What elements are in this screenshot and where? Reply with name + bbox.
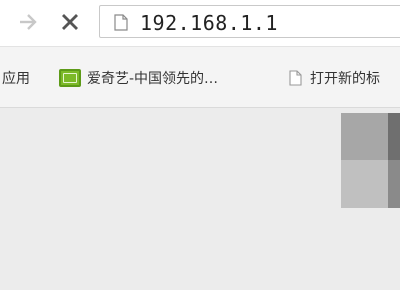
- url-text[interactable]: 192.168.1.1: [140, 11, 278, 35]
- close-icon[interactable]: [56, 9, 84, 35]
- forward-arrow-icon[interactable]: [14, 9, 42, 35]
- bookmark-new-tab[interactable]: 打开新的标: [289, 67, 380, 89]
- bookmark-label: 打开新的标: [310, 71, 380, 87]
- blurred-thumbnail: [341, 113, 400, 208]
- page-icon: [114, 14, 128, 35]
- bookmark-label: 爱奇艺-中国领先的…: [87, 71, 219, 87]
- address-bar[interactable]: 192.168.1.1: [99, 5, 400, 38]
- bookmark-apps[interactable]: 应用: [2, 67, 30, 89]
- page-icon: [289, 70, 302, 86]
- bookmark-iqiyi[interactable]: 爱奇艺-中国领先的…: [59, 67, 218, 89]
- page-content: [0, 108, 400, 290]
- browser-toolbar: 192.168.1.1: [0, 0, 400, 47]
- iqiyi-logo-icon: [59, 69, 81, 87]
- bookmarks-bar: 应用 爱奇艺-中国领先的… 打开新的标: [0, 47, 400, 108]
- bookmark-label: 应用: [2, 71, 30, 87]
